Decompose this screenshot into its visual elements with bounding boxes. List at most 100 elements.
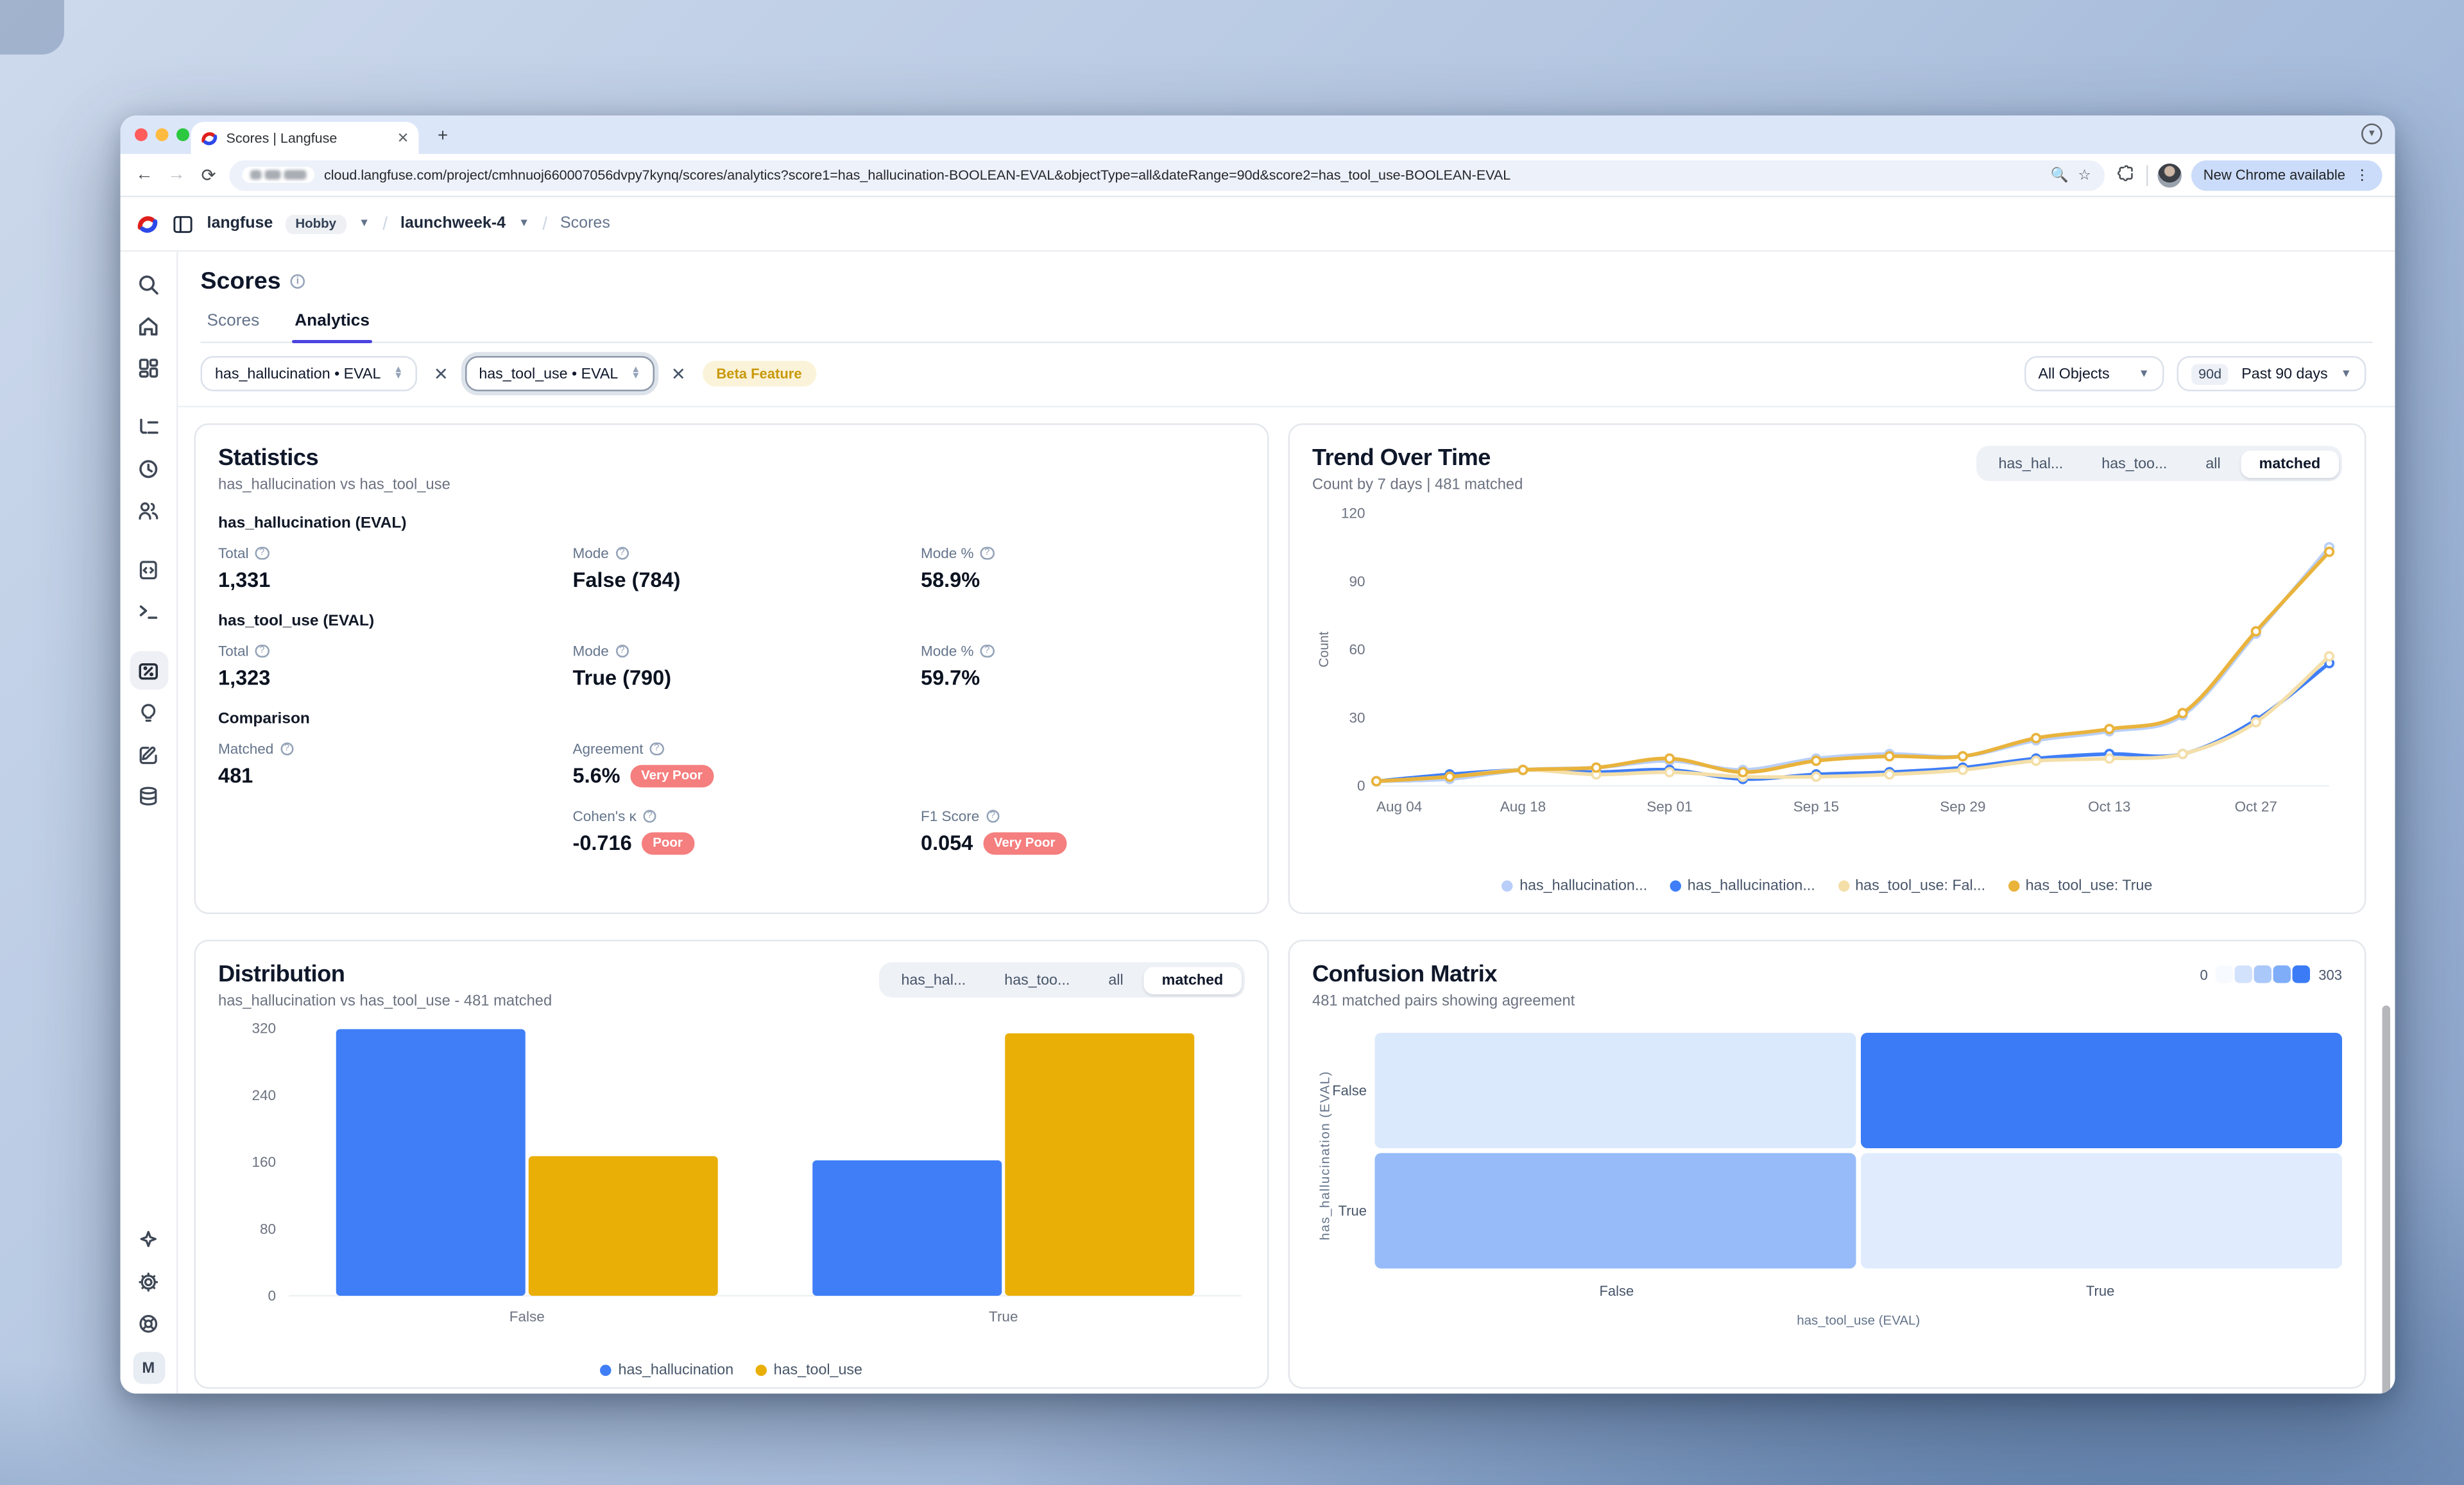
sidebar-item-tracing[interactable] <box>129 407 167 446</box>
help-icon[interactable]: ? <box>280 742 293 756</box>
breadcrumb-section: Scores <box>560 215 610 233</box>
wallpaper-shape <box>0 0 64 55</box>
langfuse-app: langfuse Hobby ▼ / launchweek-4 ▼ / Scor… <box>121 198 2395 1394</box>
distribution-tab-matched[interactable]: matched <box>1144 966 1241 994</box>
breadcrumb-divider: / <box>382 214 388 233</box>
trend-tab-score2[interactable]: has_too... <box>2084 450 2185 477</box>
confusion-cell-False-True[interactable] <box>1861 1033 2342 1148</box>
browser-tab[interactable]: Scores | Langfuse ✕ <box>191 122 419 154</box>
trend-subtitle: Count by 7 days | 481 matched <box>1312 477 1523 495</box>
score2-value: has_tool_use • EVAL <box>479 366 618 382</box>
sidebar-item-sessions[interactable] <box>129 449 167 488</box>
help-icon[interactable]: ? <box>980 547 994 560</box>
back-icon[interactable]: ← <box>133 165 156 185</box>
zoom-page-icon[interactable]: 🔍 <box>2051 166 2069 184</box>
bookmark-star-icon[interactable]: ☆ <box>2078 166 2091 184</box>
help-icon[interactable]: ? <box>615 644 629 658</box>
legend-dot <box>756 1364 767 1375</box>
sidebar-item-dashboards[interactable] <box>129 348 167 387</box>
sidebar-item-support[interactable] <box>129 1304 167 1343</box>
url-text[interactable]: cloud.langfuse.com/project/cmhnuoj660007… <box>324 167 2041 183</box>
stat-metric: Mode %?59.7% <box>921 643 1245 690</box>
object-type-select[interactable]: All Objects ▼ <box>2024 356 2164 391</box>
date-range-select[interactable]: 90d Past 90 days ▼ <box>2177 356 2366 391</box>
project-name[interactable]: launchweek-4 <box>400 215 506 233</box>
legend-item[interactable]: has_tool_use: True <box>2008 878 2152 894</box>
sidebar-item-annotation[interactable] <box>129 734 167 773</box>
distribution-tab-score2[interactable]: has_too... <box>987 966 1088 994</box>
svg-text:90: 90 <box>1349 573 1365 590</box>
remove-score2-button[interactable]: ✕ <box>668 363 689 384</box>
help-icon[interactable]: ? <box>255 644 269 658</box>
org-name[interactable]: langfuse <box>207 215 273 233</box>
sidebar-item-evals[interactable] <box>129 693 167 731</box>
sidebar-item-home[interactable] <box>129 307 167 345</box>
trend-view-tabs: has_hal... has_too... all matched <box>1977 446 2342 481</box>
sidebar-item-prompts[interactable] <box>129 550 167 589</box>
sidebar-item-users[interactable] <box>129 491 167 529</box>
trend-tab-score1[interactable]: has_hal... <box>1981 450 2081 477</box>
tab-scores[interactable]: Scores <box>204 311 263 342</box>
legend-item[interactable]: has_hallucination... <box>1670 878 1815 894</box>
project-chevron-down-icon[interactable]: ▼ <box>518 218 529 230</box>
score2-select[interactable]: has_tool_use • EVAL ▲▼ <box>465 356 655 391</box>
legend-item[interactable]: has_hallucination <box>601 1362 733 1378</box>
page-tabs: Scores Analytics <box>201 311 2373 343</box>
site-permissions-chip[interactable] <box>243 167 315 183</box>
new-tab-button[interactable]: + <box>432 127 454 149</box>
user-avatar[interactable]: M <box>132 1352 164 1384</box>
confusion-cell-False-False[interactable] <box>1375 1033 1856 1148</box>
maximize-window-button[interactable] <box>176 128 189 141</box>
tab-search-icon[interactable]: ▾ <box>2361 124 2383 145</box>
sidebar-item-settings[interactable] <box>129 1262 167 1301</box>
url-bar[interactable]: cloud.langfuse.com/project/cmhnuoj660007… <box>230 160 2104 191</box>
list-tree-icon <box>137 414 161 439</box>
help-icon[interactable]: ? <box>615 547 629 560</box>
info-icon[interactable]: i <box>291 275 305 289</box>
help-icon[interactable]: ? <box>643 810 656 823</box>
confusion-cell-True-False[interactable] <box>1375 1153 1856 1269</box>
legend-item[interactable]: has_tool_use: Fal... <box>1838 878 1985 894</box>
legend-item[interactable]: has_hallucination... <box>1502 878 1648 894</box>
scale-swatches <box>2216 965 2311 983</box>
help-icon[interactable]: ? <box>650 742 663 756</box>
sidebar-toggle-icon[interactable] <box>172 212 194 235</box>
distribution-tab-all[interactable]: all <box>1091 966 1141 994</box>
chrome-update-button[interactable]: New Chrome available ⋮ <box>2191 160 2383 191</box>
distribution-tab-score1[interactable]: has_hal... <box>884 966 984 994</box>
tab-close-icon[interactable]: ✕ <box>397 129 409 147</box>
toolbar-divider <box>2146 164 2148 185</box>
dashboard-grid-icon <box>137 355 161 380</box>
sidebar-item-playground[interactable] <box>129 592 167 631</box>
confusion-grid <box>1375 1033 2343 1269</box>
section-heading: has_hallucination (EVAL) <box>218 515 1245 533</box>
remove-score1-button[interactable]: ✕ <box>431 363 452 384</box>
svg-text:Sep 15: Sep 15 <box>1793 799 1839 815</box>
org-chevron-down-icon[interactable]: ▼ <box>359 218 370 230</box>
trend-tab-matched[interactable]: matched <box>2241 450 2338 477</box>
tab-analytics[interactable]: Analytics <box>291 311 373 342</box>
reload-icon[interactable]: ⟳ <box>198 164 220 185</box>
profile-avatar[interactable] <box>2157 163 2181 187</box>
sidebar-item-search[interactable] <box>129 265 167 303</box>
sidebar-item-whats-new[interactable] <box>129 1221 167 1259</box>
browser-menu-icon[interactable]: ⋮ <box>2355 166 2370 184</box>
score1-select[interactable]: has_hallucination • EVAL ▲▼ <box>201 356 418 391</box>
help-icon[interactable]: ? <box>986 810 999 823</box>
sidebar-item-scores[interactable] <box>129 651 167 690</box>
forward-icon[interactable]: → <box>166 165 188 185</box>
close-window-button[interactable] <box>135 128 148 141</box>
help-icon[interactable]: ? <box>255 547 269 560</box>
help-icon[interactable]: ? <box>980 644 994 658</box>
legend-item[interactable]: has_tool_use <box>756 1362 862 1378</box>
langfuse-favicon <box>201 129 219 147</box>
sidebar-item-datasets[interactable] <box>129 776 167 815</box>
trend-tab-all[interactable]: all <box>2188 450 2238 477</box>
confusion-cell-True-True[interactable] <box>1861 1153 2342 1269</box>
window-controls[interactable] <box>135 128 189 141</box>
minimize-window-button[interactable] <box>156 128 169 141</box>
section-heading: Comparison <box>218 711 1245 729</box>
search-icon <box>137 272 161 296</box>
page-scrollbar[interactable] <box>2383 1006 2391 1394</box>
extensions-puzzle-icon[interactable] <box>2114 163 2136 187</box>
